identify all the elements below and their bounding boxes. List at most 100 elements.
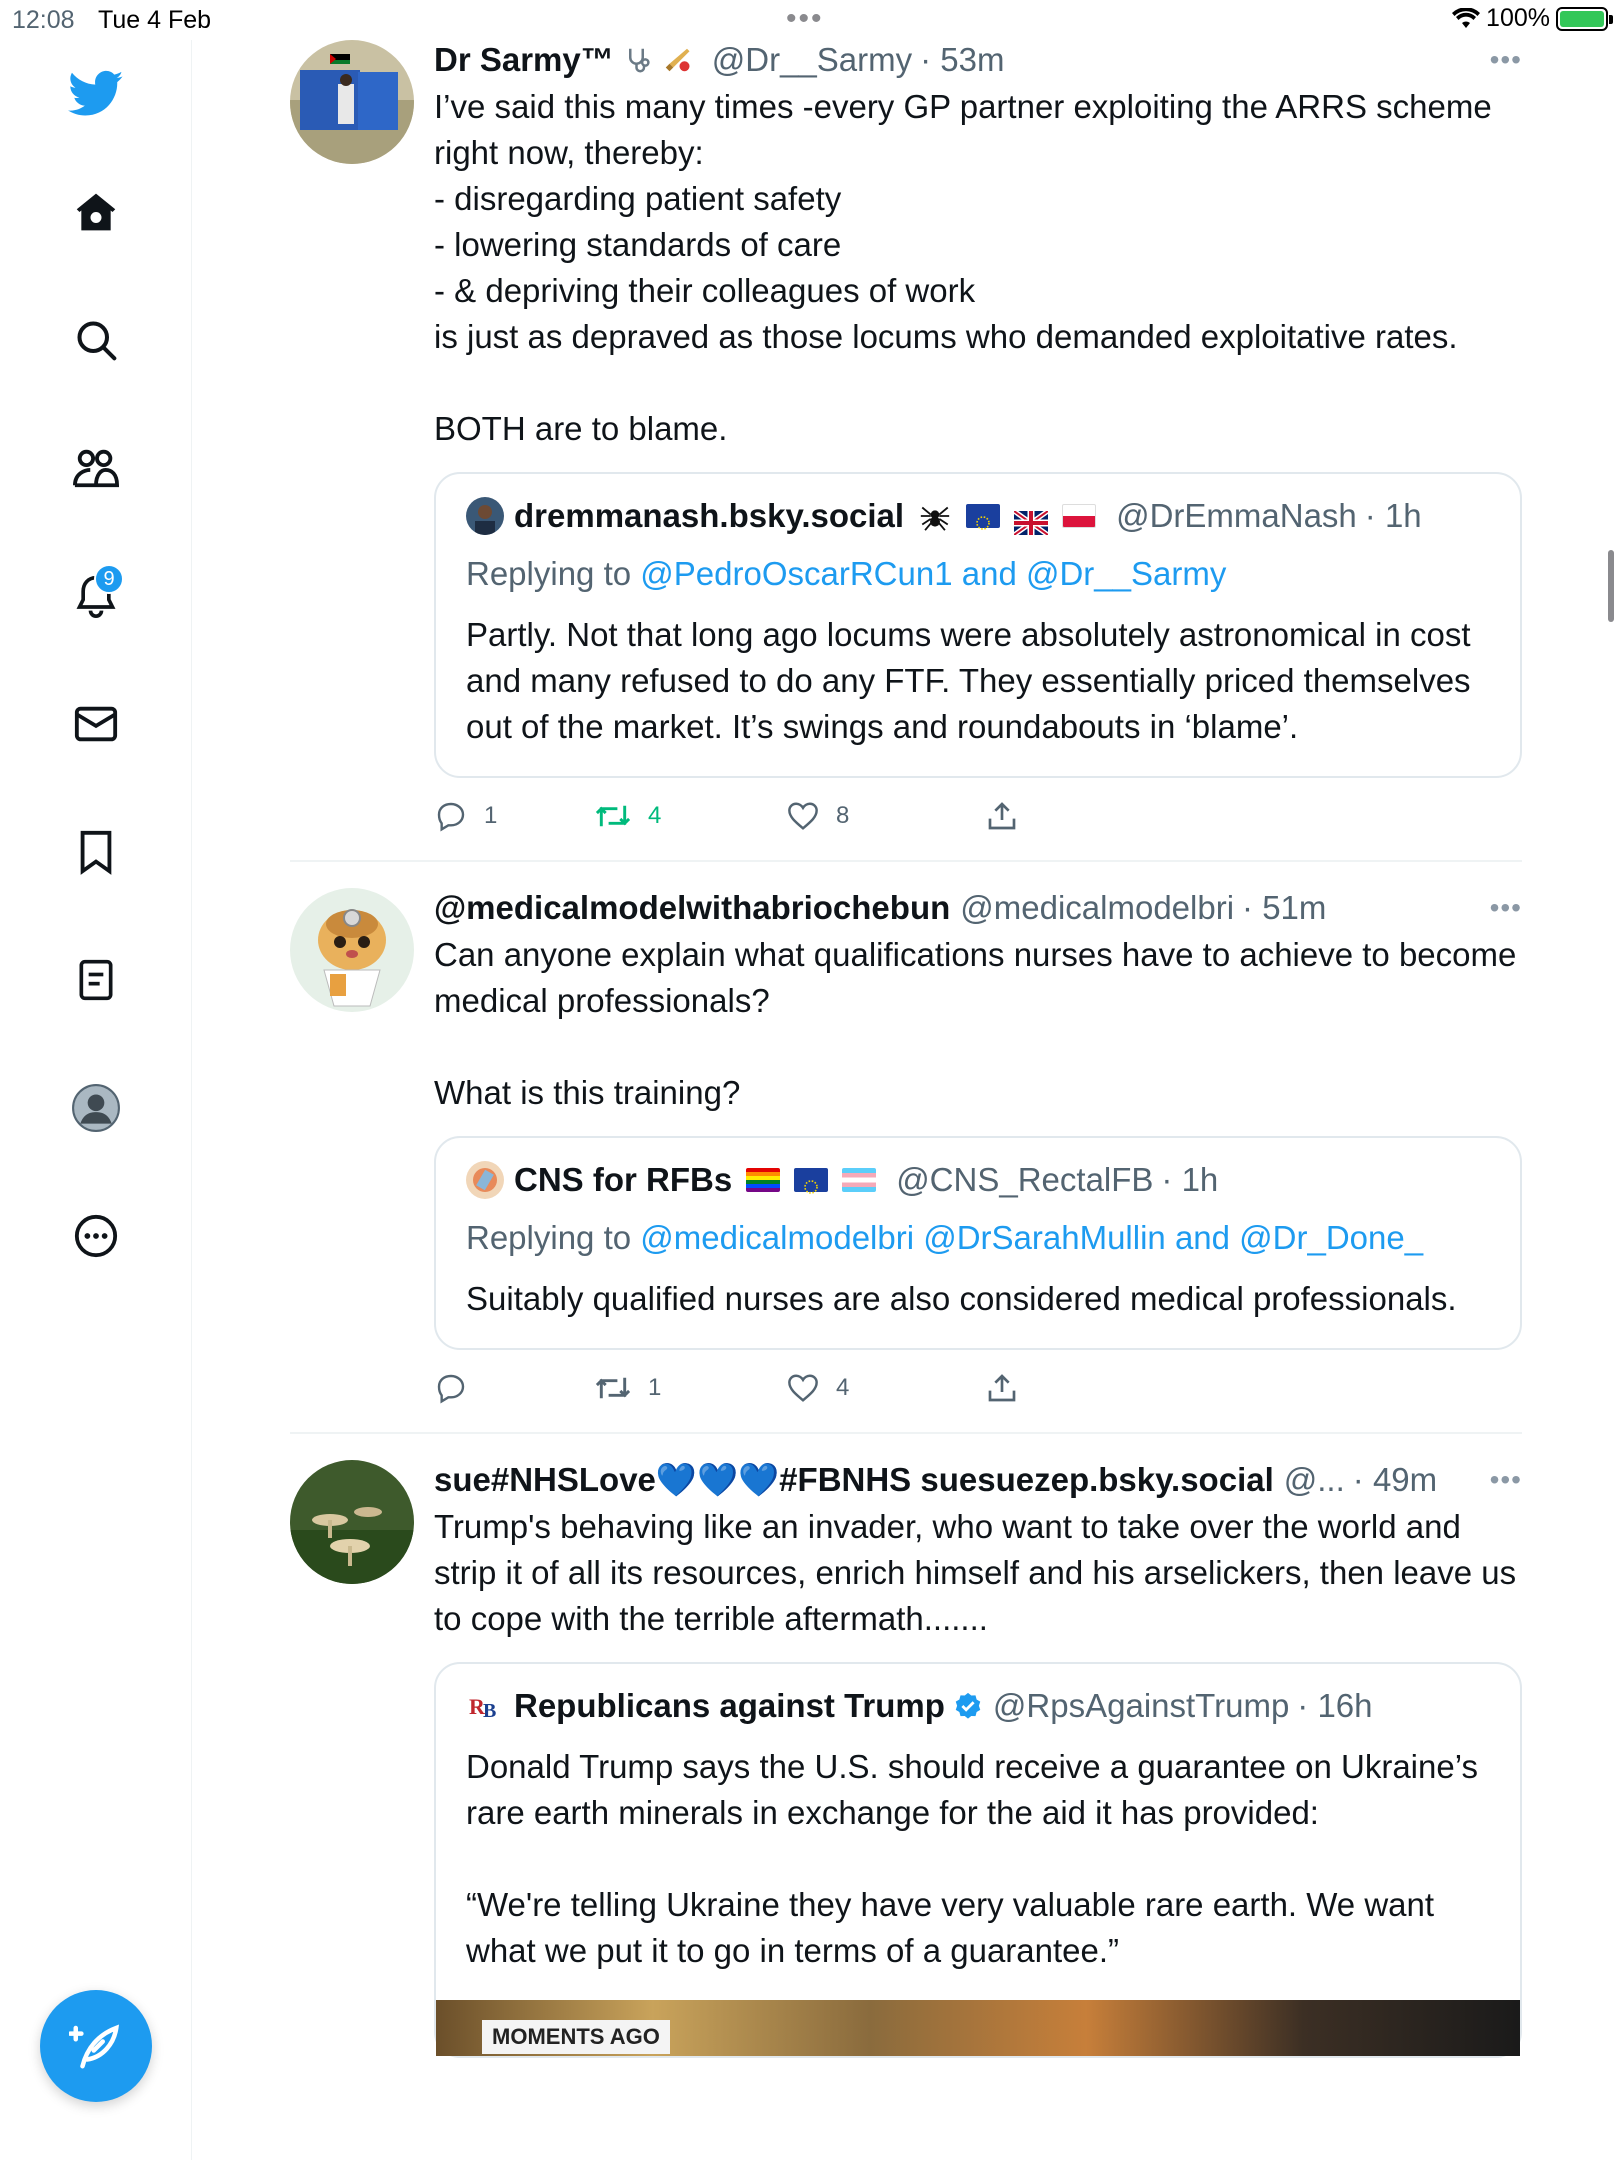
heart-icon [788, 802, 818, 830]
quoted-tweet-time: · 16h [1297, 1687, 1373, 1724]
like-count: 8 [836, 802, 850, 829]
quoted-tweet-time: · 1h [1364, 497, 1422, 534]
quoted-author-name: Republicans against Trump [514, 1687, 945, 1724]
compose-feather-icon [69, 2024, 120, 2069]
trans-flag-icon [842, 1168, 877, 1192]
messages-icon[interactable] [64, 692, 128, 756]
author-handle[interactable]: @medicalmodelbri [960, 888, 1234, 928]
quoted-tweet-text: Suitably qualified nurses are also consi… [466, 1280, 1457, 1317]
share-icon [988, 1374, 1016, 1402]
author-handle[interactable]: @... [1284, 1460, 1345, 1500]
share-button[interactable] [986, 800, 1186, 832]
quoted-author-name: dremmanash.bsky.social [514, 497, 905, 534]
reply-icon [437, 1374, 465, 1404]
heart-icon [788, 1374, 818, 1402]
more-options-icon[interactable] [64, 1204, 128, 1268]
quoted-tweet-text: Donald Trump says the U.S. should receiv… [466, 1748, 1478, 1969]
quoted-tweet[interactable]: RB Republicans against Trump @RpsAgainst… [434, 1662, 1522, 2058]
battery-percent: 100% [1486, 4, 1550, 32]
uk-flag-icon [1012, 504, 1050, 538]
quoted-author-name: CNS for RFBs [514, 1161, 733, 1198]
compose-tweet-button[interactable] [40, 1990, 152, 2102]
quoted-tweet[interactable]: dremmanash.bsky.social @DrEmmaNash · 1h … [434, 472, 1522, 778]
author-handle[interactable]: @Dr__Sarmy [712, 40, 912, 80]
status-time: 12:08 [12, 6, 75, 34]
stethoscope-icon [628, 48, 650, 73]
notifications-badge: 9 [94, 564, 124, 594]
svg-text:B: B [483, 1700, 496, 1722]
tweet-more-icon[interactable]: ••• [1490, 40, 1522, 80]
replying-to-links[interactable]: @PedroOscarRCun1 and @Dr__Sarmy [640, 555, 1226, 592]
tweet-actions: 1 4 [434, 1372, 1522, 1404]
tweet-time[interactable]: · 51m [1242, 888, 1326, 928]
timeline-feed: Dr Sarmy™ @Dr__Sarmy · 53m ••• I’ve said… [290, 40, 1522, 2112]
tweet-more-icon[interactable]: ••• [1490, 888, 1522, 928]
search-icon[interactable] [64, 308, 128, 372]
scrollbar[interactable] [1608, 550, 1614, 622]
retweet-button[interactable]: 4 [594, 800, 794, 832]
retweet-icon [595, 1377, 631, 1399]
quoted-tweet-header: RB Republicans against Trump @RpsAgainst… [466, 1686, 1490, 1726]
battery-icon [1556, 6, 1613, 31]
like-button[interactable]: 8 [786, 800, 986, 832]
eu-flag-icon [966, 504, 1001, 530]
replying-to: Replying to @medicalmodelbri @DrSarahMul… [466, 1218, 1490, 1258]
multitask-dots-icon[interactable]: ••• [786, 2, 824, 36]
communities-icon[interactable] [64, 436, 128, 500]
quoted-tweet-text: Partly. Not that long ago locums were ab… [466, 616, 1480, 745]
status-bar: 12:08 Tue 4 Feb ••• 100% [0, 0, 1620, 40]
poland-flag-icon [1062, 504, 1097, 528]
name-emojis [624, 45, 692, 75]
quoted-avatar [466, 497, 504, 535]
quoted-author-handle: @CNS_RectalFB [896, 1161, 1154, 1198]
tweet[interactable]: @medicalmodelwithabriochebun @medicalmod… [290, 888, 1522, 1434]
quoted-tweet[interactable]: CNS for RFBs @CNS_RectalFB · 1h Replying… [434, 1136, 1522, 1350]
replying-to-label: Replying to [466, 1219, 632, 1256]
replying-to-links[interactable]: @medicalmodelbri @DrSarahMullin and @Dr_… [640, 1219, 1423, 1256]
rainbow-flag-icon [746, 1168, 781, 1192]
tweet-text: Trump's behaving like an invader, who wa… [434, 1508, 1526, 1637]
quoted-tweet-time: · 1h [1161, 1161, 1219, 1198]
quoted-media-thumbnail[interactable]: MOMENTS AGO [436, 2000, 1520, 2056]
twitter-logo-icon[interactable] [64, 62, 128, 126]
avatar[interactable] [290, 888, 414, 1012]
like-count: 4 [836, 1374, 850, 1401]
cricket-icon [665, 48, 690, 72]
avatar[interactable] [290, 1460, 414, 1584]
sidebar: 9 [0, 40, 192, 2160]
share-icon [988, 802, 1016, 830]
media-tag: MOMENTS AGO [482, 2020, 670, 2054]
quoted-name-emojis [746, 1168, 877, 1194]
quoted-avatar [466, 1161, 504, 1199]
retweet-count: 4 [648, 802, 662, 829]
quoted-author-handle: @RpsAgainstTrump [992, 1687, 1290, 1724]
bookmarks-icon[interactable] [64, 820, 128, 884]
share-button[interactable] [986, 1372, 1186, 1404]
tweet-more-icon[interactable]: ••• [1490, 1460, 1522, 1500]
profile-avatar-icon[interactable] [64, 1076, 128, 1140]
author-name[interactable]: sue#NHSLove💙💙💙#FBNHS suesuezep.bsky.soci… [434, 1460, 1274, 1500]
author-name[interactable]: @medicalmodelwithabriochebun [434, 888, 950, 928]
avatar[interactable] [290, 40, 414, 164]
tweet-header: Dr Sarmy™ @Dr__Sarmy · 53m ••• [434, 40, 1522, 80]
tweet-time[interactable]: · 49m [1353, 1460, 1437, 1500]
retweet-icon [595, 805, 631, 827]
tweet[interactable]: Dr Sarmy™ @Dr__Sarmy · 53m ••• I’ve said… [290, 40, 1522, 862]
replying-to-label: Replying to [466, 555, 632, 592]
reply-count: 1 [484, 802, 498, 829]
verified-badge-icon [955, 1692, 981, 1719]
author-name[interactable]: Dr Sarmy™ [434, 40, 614, 80]
retweet-button[interactable]: 1 [594, 1372, 794, 1404]
tweet-actions: 1 4 8 [434, 800, 1522, 832]
like-button[interactable]: 4 [786, 1372, 986, 1404]
notifications-icon[interactable]: 9 [64, 564, 128, 628]
tweet-time[interactable]: · 53m [920, 40, 1004, 80]
status-right: 100% [1452, 4, 1613, 33]
spider-icon [920, 506, 950, 531]
tweet-text: Can anyone explain what qualifications n… [434, 936, 1517, 1111]
home-icon[interactable] [64, 180, 128, 244]
tweet[interactable]: sue#NHSLove💙💙💙#FBNHS suesuezep.bsky.soci… [290, 1460, 1522, 2086]
quoted-tweet-header: CNS for RFBs @CNS_RectalFB · 1h [466, 1160, 1490, 1200]
quoted-avatar: RB [466, 1687, 504, 1725]
lists-icon[interactable] [64, 948, 128, 1012]
